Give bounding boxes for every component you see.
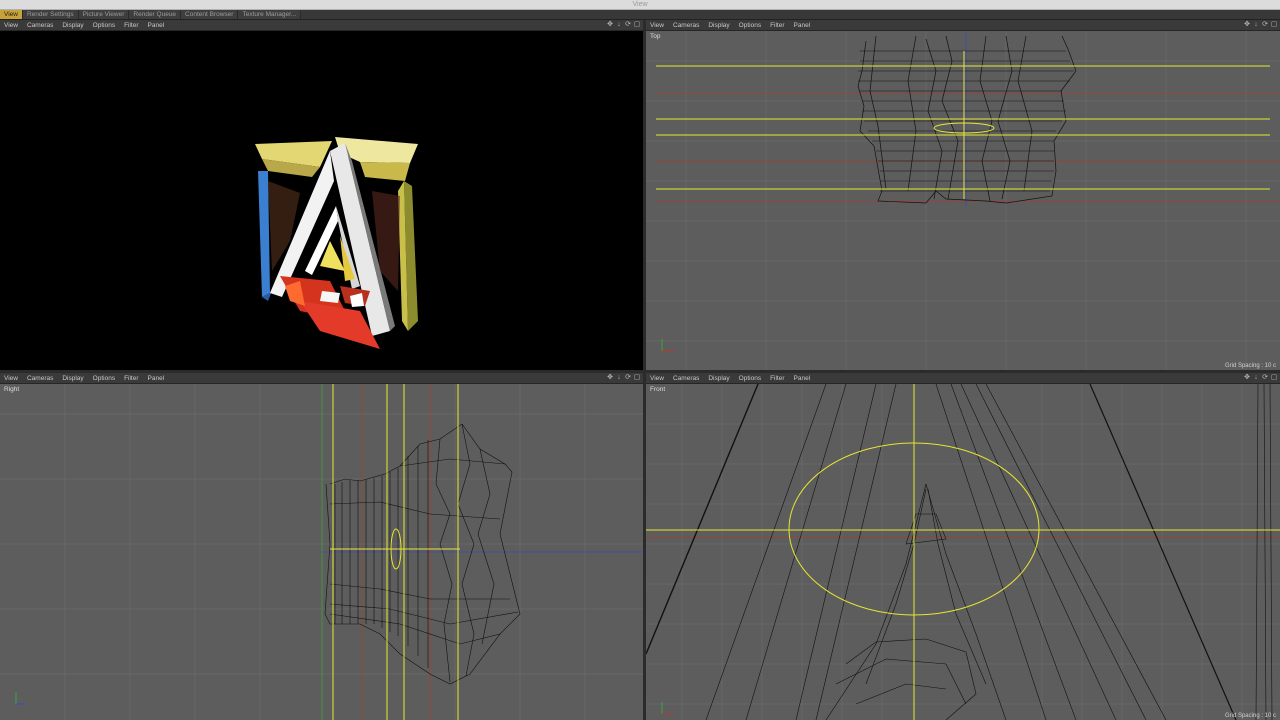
front-view-wireframe bbox=[646, 384, 1280, 720]
menu-options[interactable]: Options bbox=[739, 375, 761, 382]
viewport-controls: ✥ ↓ ⟳ ▢ bbox=[1243, 21, 1278, 29]
maximize-icon[interactable]: ▢ bbox=[633, 374, 641, 382]
tab-render-queue[interactable]: Render Queue bbox=[129, 10, 182, 19]
move-icon[interactable]: ✥ bbox=[1243, 21, 1251, 29]
rotate-icon[interactable]: ⟳ bbox=[624, 21, 632, 29]
rendered-logo bbox=[0, 31, 643, 370]
tab-picture-viewer[interactable]: Picture Viewer bbox=[78, 10, 130, 19]
viewport-label: Top bbox=[650, 33, 661, 40]
menu-cameras[interactable]: Cameras bbox=[27, 375, 53, 382]
arrow-down-icon[interactable]: ↓ bbox=[615, 374, 623, 382]
maximize-icon[interactable]: ▢ bbox=[1270, 21, 1278, 29]
viewport-divider-horizontal[interactable] bbox=[0, 370, 1280, 373]
viewport-controls: ✥ ↓ ⟳ ▢ bbox=[1243, 374, 1278, 382]
maximize-icon[interactable]: ▢ bbox=[633, 21, 641, 29]
viewport-menubar: View Cameras Display Options Filter Pane… bbox=[0, 373, 643, 384]
menu-panel[interactable]: Panel bbox=[148, 375, 165, 382]
tab-render-settings[interactable]: Render Settings bbox=[22, 10, 79, 19]
menu-filter[interactable]: Filter bbox=[124, 22, 138, 29]
menu-filter[interactable]: Filter bbox=[770, 375, 784, 382]
move-icon[interactable]: ✥ bbox=[606, 21, 614, 29]
viewport-top[interactable]: View Cameras Display Options Filter Pane… bbox=[646, 20, 1280, 370]
menu-display[interactable]: Display bbox=[708, 22, 729, 29]
menu-cameras[interactable]: Cameras bbox=[673, 22, 699, 29]
menu-view[interactable]: View bbox=[650, 375, 664, 382]
menu-options[interactable]: Options bbox=[93, 375, 115, 382]
rotate-icon[interactable]: ⟳ bbox=[1261, 21, 1269, 29]
arrow-down-icon[interactable]: ↓ bbox=[615, 21, 623, 29]
tab-content-browser[interactable]: Content Browser bbox=[181, 10, 239, 19]
viewport-menubar: View Cameras Display Options Filter Pane… bbox=[646, 373, 1280, 384]
arrow-down-icon[interactable]: ↓ bbox=[1252, 21, 1260, 29]
arrow-down-icon[interactable]: ↓ bbox=[1252, 374, 1260, 382]
menu-view[interactable]: View bbox=[4, 22, 18, 29]
viewport-label: Right bbox=[4, 386, 20, 393]
viewport-menubar: View Cameras Display Options Filter Pane… bbox=[0, 20, 643, 31]
viewport-right[interactable]: View Cameras Display Options Filter Pane… bbox=[0, 373, 643, 720]
menu-display[interactable]: Display bbox=[708, 375, 729, 382]
menu-view[interactable]: View bbox=[4, 375, 18, 382]
maximize-icon[interactable]: ▢ bbox=[1270, 374, 1278, 382]
menu-view[interactable]: View bbox=[650, 22, 664, 29]
menu-display[interactable]: Display bbox=[62, 375, 83, 382]
rotate-icon[interactable]: ⟳ bbox=[624, 374, 632, 382]
tab-view[interactable]: View bbox=[0, 10, 23, 19]
menu-filter[interactable]: Filter bbox=[124, 375, 138, 382]
menu-cameras[interactable]: Cameras bbox=[673, 375, 699, 382]
top-view-wireframe bbox=[646, 31, 1280, 370]
menu-panel[interactable]: Panel bbox=[794, 22, 811, 29]
right-view-wireframe bbox=[0, 384, 643, 720]
move-icon[interactable]: ✥ bbox=[1243, 374, 1251, 382]
tab-bar: View Render Settings Picture Viewer Rend… bbox=[0, 10, 1280, 20]
viewport-label: Front bbox=[650, 386, 666, 393]
menu-options[interactable]: Options bbox=[739, 22, 761, 29]
menu-display[interactable]: Display bbox=[62, 22, 83, 29]
menu-panel[interactable]: Panel bbox=[148, 22, 165, 29]
menu-cameras[interactable]: Cameras bbox=[27, 22, 53, 29]
viewport-perspective[interactable]: View Cameras Display Options Filter Pane… bbox=[0, 20, 643, 370]
window-titlebar: View bbox=[0, 0, 1280, 10]
move-icon[interactable]: ✥ bbox=[606, 374, 614, 382]
grid-spacing-label: Grid Spacing : 10 c bbox=[1224, 363, 1276, 369]
menu-filter[interactable]: Filter bbox=[770, 22, 784, 29]
viewport-controls: ✥ ↓ ⟳ ▢ bbox=[606, 374, 641, 382]
menu-options[interactable]: Options bbox=[93, 22, 115, 29]
tab-texture-manager[interactable]: Texture Manager... bbox=[238, 10, 302, 19]
window-title: View bbox=[632, 1, 648, 8]
viewport-menubar: View Cameras Display Options Filter Pane… bbox=[646, 20, 1280, 31]
viewport-front[interactable]: View Cameras Display Options Filter Pane… bbox=[646, 373, 1280, 720]
grid-spacing-label: Grid Spacing : 10 c bbox=[1224, 713, 1276, 719]
viewport-controls: ✥ ↓ ⟳ ▢ bbox=[606, 21, 641, 29]
menu-panel[interactable]: Panel bbox=[794, 375, 811, 382]
rotate-icon[interactable]: ⟳ bbox=[1261, 374, 1269, 382]
